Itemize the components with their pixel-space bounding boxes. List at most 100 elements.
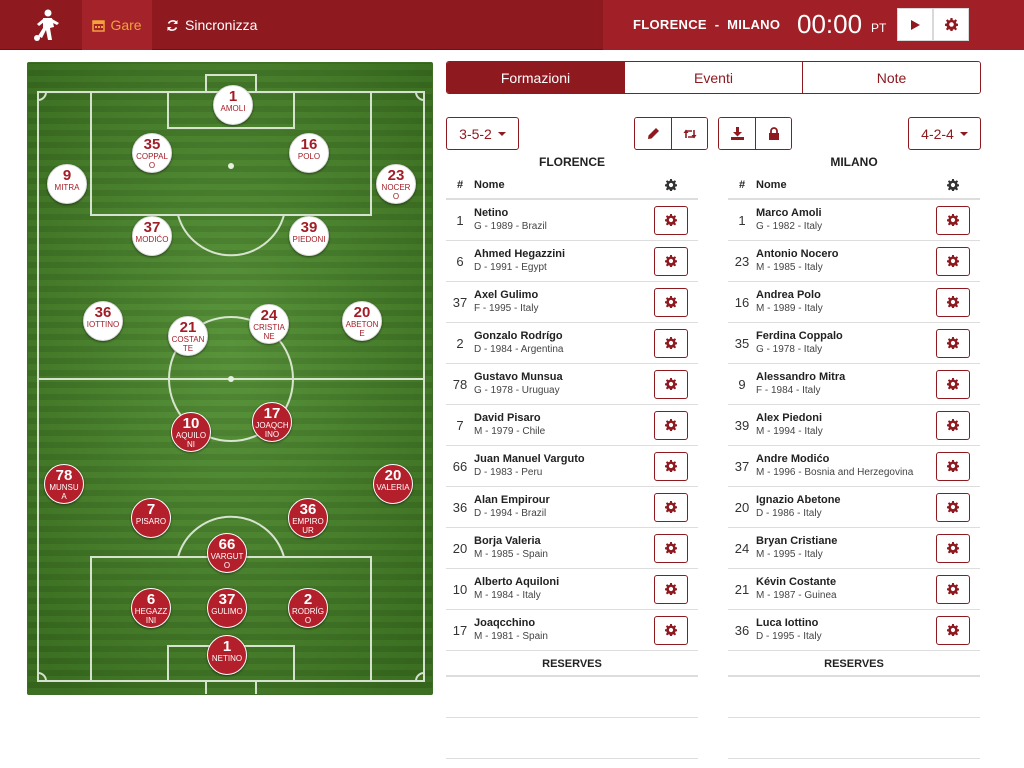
pencil-icon — [647, 128, 659, 139]
roster-row: 16 Andrea Polo M - 1989 - Italy — [728, 282, 980, 323]
edit-button[interactable] — [635, 118, 671, 149]
player-name: Gustavo Munsua — [474, 371, 563, 383]
settings-button[interactable] — [933, 8, 969, 41]
away-pitch-player[interactable]: 20 VALERIA — [373, 464, 413, 504]
player-info: D - 1986 - Italy — [756, 508, 822, 519]
player-settings-button[interactable] — [936, 492, 970, 522]
player-settings-button[interactable] — [936, 574, 970, 604]
home-pitch-player[interactable]: 20 ABETONE — [342, 301, 382, 341]
gear-icon — [947, 337, 959, 349]
home-pitch-player[interactable]: 36 IOTTINO — [83, 301, 123, 341]
player-number: 17 — [452, 622, 468, 638]
player-settings-button[interactable] — [654, 246, 688, 276]
home-pitch-player[interactable]: 39 PIEDONI — [289, 216, 329, 256]
player-number: 35 — [734, 335, 750, 351]
player-settings-button[interactable] — [654, 492, 688, 522]
away-pitch-player[interactable]: 2 RODRÍGO — [288, 588, 328, 628]
player-settings-button[interactable] — [936, 328, 970, 358]
away-pitch-player[interactable]: 7 PISARO — [131, 498, 171, 538]
gear-icon — [665, 214, 677, 226]
header-settings[interactable] — [644, 179, 698, 191]
player-name: PISARO — [135, 517, 167, 526]
away-pitch-player[interactable]: 78 MUNSUA — [44, 464, 84, 504]
player-info: D - 1984 - Argentina — [474, 344, 564, 355]
roster-row: 23 Antonio Nocero M - 1985 - Italy — [728, 241, 980, 282]
away-pitch-player[interactable]: 17 JOAQCHINO — [252, 402, 292, 442]
nav-gare[interactable]: Gare — [82, 0, 152, 50]
swap-button[interactable] — [671, 118, 707, 149]
gear-icon — [665, 501, 677, 513]
player-settings-button[interactable] — [936, 451, 970, 481]
play-icon — [911, 19, 920, 30]
player-settings-button[interactable] — [654, 369, 688, 399]
soccer-player-logo-icon[interactable] — [28, 8, 64, 44]
home-pitch-player[interactable]: 16 POLO — [289, 133, 329, 173]
match-title: FLORENCE - MILANO — [633, 17, 781, 32]
roster-row: 20 Borja Valeria M - 1985 - Spain — [446, 528, 698, 569]
gear-icon — [947, 542, 959, 554]
player-settings-button[interactable] — [654, 205, 688, 235]
player-info: F - 1984 - Italy — [756, 385, 821, 396]
player-settings-button[interactable] — [936, 533, 970, 563]
tab-formazioni[interactable]: Formazioni — [447, 62, 624, 93]
player-name: Marco Amoli — [756, 207, 822, 219]
player-number: 37 — [218, 591, 236, 608]
tab-eventi[interactable]: Eventi — [624, 62, 802, 93]
reserve-row-empty — [446, 718, 698, 759]
player-info: G - 1982 - Italy — [756, 221, 823, 232]
home-pitch-player[interactable]: 21 COSTANTE — [168, 316, 208, 356]
player-settings-button[interactable] — [936, 287, 970, 317]
player-name: MODIĆO — [135, 235, 169, 244]
player-settings-button[interactable] — [654, 615, 688, 645]
player-number: 39 — [300, 219, 318, 236]
nav-sincronizza[interactable]: Sincronizza — [160, 0, 263, 50]
away-pitch-player[interactable]: 36 EMPIROUR — [288, 498, 328, 538]
player-settings-button[interactable] — [654, 328, 688, 358]
player-name: Borja Valeria — [474, 535, 541, 547]
player-settings-button[interactable] — [936, 246, 970, 276]
player-info: M - 1987 - Guinea — [756, 590, 837, 601]
home-formation-dropdown[interactable]: 3-5-2 — [446, 117, 519, 150]
player-number: 16 — [300, 136, 318, 153]
roster-row: 1 Marco Amoli G - 1982 - Italy — [728, 200, 980, 241]
player-number: 1 — [222, 638, 232, 655]
away-pitch-player[interactable]: 1 NETINO — [207, 635, 247, 675]
home-pitch-player[interactable]: 24 CRISTIANE — [249, 304, 289, 344]
roster-row: 36 Luca Iottino D - 1995 - Italy — [728, 610, 980, 651]
away-formation-dropdown[interactable]: 4-2-4 — [908, 117, 981, 150]
away-pitch-player[interactable]: 6 HEGAZZINI — [131, 588, 171, 628]
home-pitch-player[interactable]: 35 COPPALO — [132, 133, 172, 173]
player-name: Antonio Nocero — [756, 248, 839, 260]
home-pitch-player[interactable]: 37 MODIĆO — [132, 216, 172, 256]
retweet-icon — [683, 129, 696, 138]
away-pitch-player[interactable]: 37 GULIMO — [207, 588, 247, 628]
home-pitch-player[interactable]: 1 AMOLI — [213, 85, 253, 125]
player-settings-button[interactable] — [654, 287, 688, 317]
player-settings-button[interactable] — [654, 451, 688, 481]
player-settings-button[interactable] — [654, 574, 688, 604]
header-settings[interactable] — [926, 179, 980, 191]
player-name: POLO — [297, 152, 321, 161]
player-settings-button[interactable] — [936, 205, 970, 235]
lock-button[interactable] — [755, 118, 791, 149]
reserve-row-empty — [728, 677, 980, 718]
player-number: 17 — [263, 405, 281, 422]
player-settings-button[interactable] — [654, 410, 688, 440]
player-info: D - 1983 - Peru — [474, 467, 543, 478]
player-settings-button[interactable] — [936, 615, 970, 645]
player-number: 37 — [452, 294, 468, 310]
tab-note[interactable]: Note — [802, 62, 980, 93]
player-settings-button[interactable] — [654, 533, 688, 563]
player-settings-button[interactable] — [936, 369, 970, 399]
home-pitch-player[interactable]: 9 MITRA — [47, 164, 87, 204]
col-number-header: # — [456, 179, 464, 191]
player-info: M - 1985 - Spain — [474, 549, 548, 560]
home-pitch-player[interactable]: 23 NOCERO — [376, 164, 416, 204]
away-pitch-player[interactable]: 10 AQUILONI — [171, 412, 211, 452]
player-number: 36 — [452, 499, 468, 515]
play-button[interactable] — [897, 8, 933, 41]
player-name: Luca Iottino — [756, 617, 819, 629]
player-settings-button[interactable] — [936, 410, 970, 440]
download-button[interactable] — [719, 118, 755, 149]
away-pitch-player[interactable]: 66 VARGUTO — [207, 533, 247, 573]
